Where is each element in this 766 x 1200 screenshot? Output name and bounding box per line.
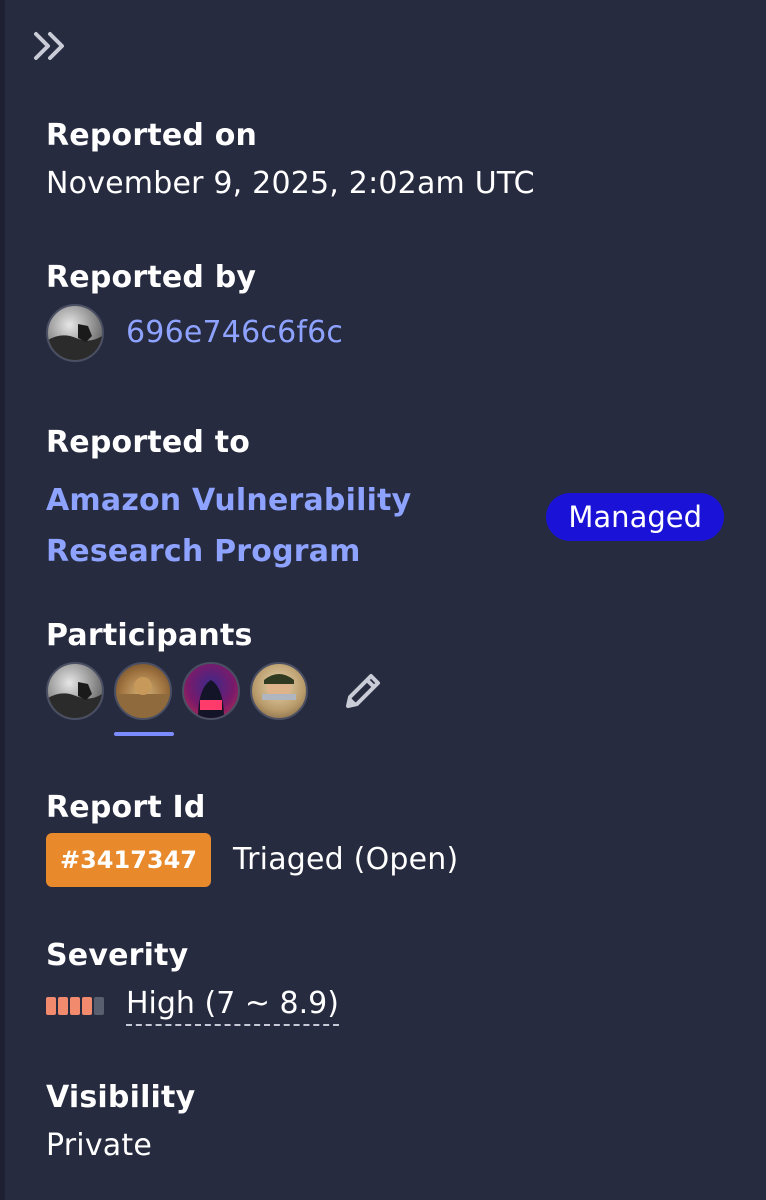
participant-avatar[interactable] (46, 662, 104, 720)
participant-avatar[interactable] (182, 662, 240, 720)
report-id-badge[interactable]: #3417347 (46, 833, 212, 887)
reported-by-section: Reported by 696e746c6f6c (46, 260, 736, 362)
collapse-panel-button[interactable] (32, 30, 68, 62)
participant-avatar-image (48, 682, 102, 718)
visibility-label: Visibility (46, 1080, 196, 1115)
edit-participants-button[interactable] (338, 666, 388, 716)
participants-list (46, 662, 736, 720)
visibility-value: Private (46, 1128, 152, 1163)
reporter-avatar[interactable] (46, 304, 104, 362)
reported-on-section: Reported on November 9, 2025, 2:02am UTC (46, 118, 736, 202)
participant-avatar-image (198, 680, 224, 718)
participant-avatar-image (116, 677, 170, 718)
participant-avatar[interactable] (250, 662, 308, 720)
report-status: Triaged (Open) (233, 842, 459, 877)
report-id-section: Report Id #3417347 Triaged (Open) (46, 790, 736, 887)
reporter-username-link[interactable]: 696e746c6f6c (126, 315, 343, 351)
severity-segment-filled (46, 997, 56, 1015)
managed-badge: Managed (546, 493, 724, 541)
participant-avatar-image (262, 674, 296, 700)
panel-left-edge (0, 0, 5, 1200)
active-participant-indicator (114, 732, 174, 736)
severity-segment-filled (82, 997, 92, 1015)
severity-rating-text[interactable]: High (7 ~ 8.9) (126, 986, 339, 1026)
report-id-label: Report Id (46, 790, 206, 825)
reported-on-label: Reported on (46, 118, 258, 153)
reporter-avatar-image (48, 324, 102, 360)
double-chevron-right-icon (34, 32, 64, 60)
severity-section: Severity High (7 ~ 8.9) (46, 938, 736, 1026)
participants-label: Participants (46, 618, 253, 653)
participant-avatar[interactable] (114, 662, 172, 720)
reported-to-label: Reported to (46, 425, 251, 460)
reported-by-label: Reported by (46, 260, 257, 295)
severity-label: Severity (46, 938, 189, 973)
participants-section: Participants (46, 618, 736, 720)
visibility-section: Visibility Private (46, 1080, 736, 1164)
severity-segment-empty (94, 997, 104, 1015)
reported-on-value: November 9, 2025, 2:02am UTC (46, 166, 535, 201)
severity-meter (46, 997, 104, 1015)
severity-segment-filled (70, 997, 80, 1015)
severity-segment-filled (58, 997, 68, 1015)
pencil-icon (346, 674, 380, 708)
